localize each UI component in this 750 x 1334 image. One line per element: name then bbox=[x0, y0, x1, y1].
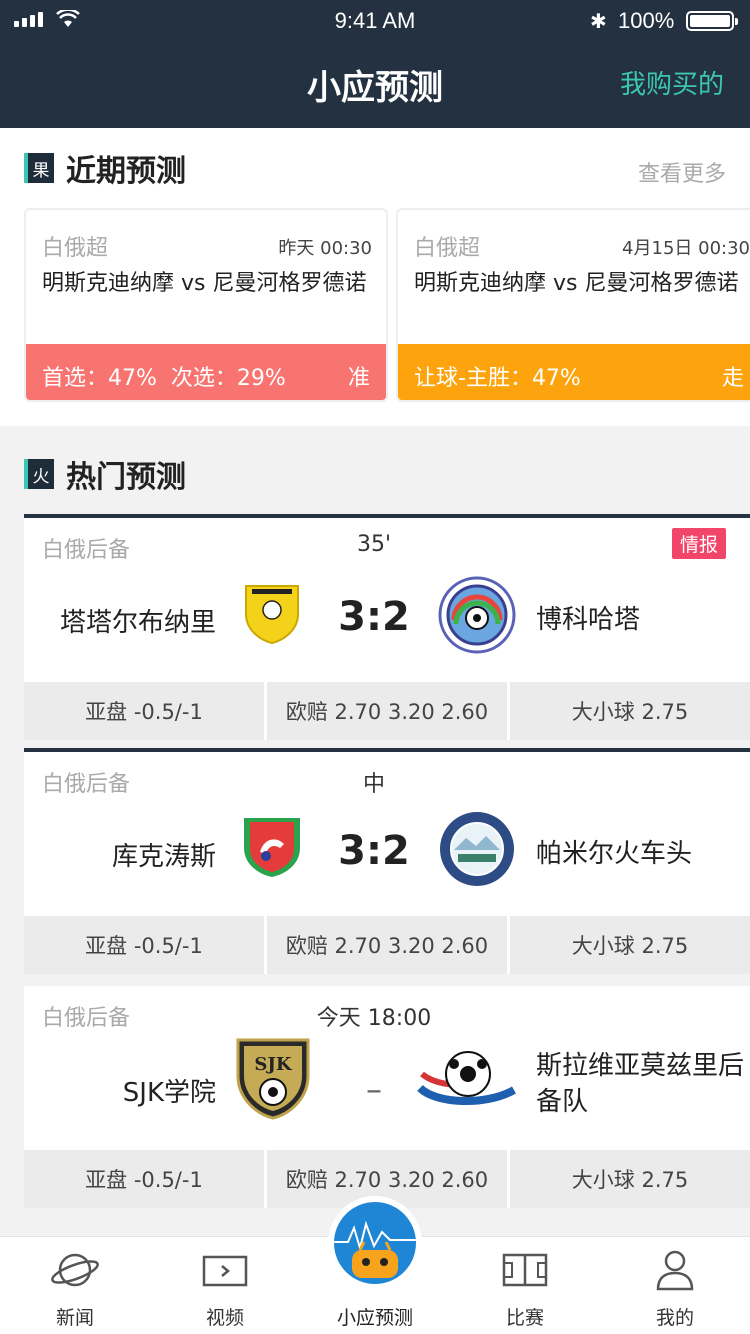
match-status: 35' bbox=[356, 532, 392, 557]
hot-title: 热门预测 bbox=[66, 460, 186, 495]
card-pick: 首选：47% 次选：29% bbox=[42, 366, 286, 391]
pitch-icon bbox=[502, 1253, 548, 1287]
european-odds[interactable]: 欧赔 2.70 3.20 2.60 bbox=[267, 682, 507, 740]
home-team-logo-icon bbox=[245, 585, 299, 644]
card-match: 明斯克迪纳摩 vs 尼曼河格罗德诺 bbox=[42, 271, 367, 296]
over-under[interactable]: 大小球 2.75 bbox=[510, 1150, 750, 1208]
away-team-logo-icon bbox=[417, 1051, 516, 1106]
away-team-logo-icon bbox=[440, 812, 514, 886]
asian-handicap[interactable]: 亚盘 -0.5/-1 bbox=[24, 916, 264, 974]
mascot-icon bbox=[334, 1202, 416, 1284]
status-bar: 9:41 AM ✱ 100% bbox=[0, 0, 750, 40]
away-team: 博科哈塔 bbox=[536, 605, 641, 635]
away-team: 斯拉维亚莫兹里后备队 bbox=[536, 1051, 745, 1117]
asian-handicap[interactable]: 亚盘 -0.5/-1 bbox=[24, 1150, 264, 1208]
home-team-logo-icon bbox=[244, 818, 300, 877]
card-time: 4月15日 00:30 bbox=[622, 238, 750, 259]
user-icon bbox=[656, 1250, 694, 1291]
intel-tag[interactable]: 情报 bbox=[671, 528, 726, 559]
tab-label: 比赛 bbox=[505, 1307, 544, 1329]
odds-row: 亚盘 -0.5/-1 欧赔 2.70 3.20 2.60 大小球 2.75 bbox=[24, 682, 750, 740]
match-card[interactable]: 白俄后备 今天 18:00 SJK学院 SJK – 斯拉维亚莫兹里后备队 亚盘 … bbox=[24, 986, 750, 1208]
card-result: 走 bbox=[721, 366, 744, 391]
purchased-link[interactable]: 我购买的 bbox=[620, 64, 724, 101]
asian-handicap[interactable]: 亚盘 -0.5/-1 bbox=[24, 682, 264, 740]
match-card[interactable]: 白俄后备 35' 情报 塔塔尔布纳里 3:2 博科哈塔 亚盘 -0.5/-1 欧… bbox=[24, 514, 750, 740]
over-under[interactable]: 大小球 2.75 bbox=[510, 682, 750, 740]
tab-video[interactable]: 视频 bbox=[150, 1237, 300, 1334]
match-status: 中 bbox=[362, 772, 385, 797]
recent-card[interactable]: 白俄超 昨天 00:30 明斯克迪纳摩 vs 尼曼河格罗德诺 首选：47% 次选… bbox=[24, 208, 388, 402]
tab-news[interactable]: 新闻 bbox=[0, 1237, 150, 1334]
tab-label: 我的 bbox=[655, 1307, 694, 1329]
video-icon bbox=[202, 1255, 248, 1287]
over-under[interactable]: 大小球 2.75 bbox=[510, 916, 750, 974]
home-team-logo-icon: SJK bbox=[236, 1038, 310, 1120]
see-more-link[interactable]: 查看更多 bbox=[638, 156, 726, 188]
card-result: 准 bbox=[347, 366, 370, 391]
home-team: 库克涛斯 bbox=[111, 842, 216, 872]
match-score: 3:2 bbox=[338, 828, 410, 874]
card-league: 白俄超 bbox=[414, 236, 481, 261]
tab-profile[interactable]: 我的 bbox=[600, 1237, 750, 1334]
match-card[interactable]: 白俄后备 中 库克涛斯 3:2 帕米尔火车头 亚盘 -0.5/-1 欧赔 2.7… bbox=[24, 748, 750, 974]
app-header: 9:41 AM ✱ 100% 小应预测 我购买的 bbox=[0, 0, 750, 128]
card-time: 昨天 00:30 bbox=[278, 238, 372, 259]
recent-header: 果 近期预测 bbox=[24, 150, 186, 189]
match-score: 3:2 bbox=[338, 594, 410, 640]
home-team: SJK学院 bbox=[122, 1078, 216, 1108]
match-status: 今天 18:00 bbox=[316, 1006, 432, 1031]
planet-icon bbox=[51, 1253, 99, 1287]
card-pick-bar: 首选：47% 次选：29% 准 bbox=[26, 344, 386, 400]
fire-badge-icon: 火 bbox=[24, 459, 54, 489]
tab-label: 小应预测 bbox=[336, 1307, 413, 1329]
card-league: 白俄超 bbox=[42, 236, 109, 261]
bluetooth-icon: ✱ bbox=[590, 9, 607, 33]
card-pick-bar: 让球-主胜：47% 走 bbox=[398, 344, 750, 400]
card-match: 明斯克迪纳摩 vs 尼曼河格罗德诺 bbox=[414, 271, 739, 296]
away-team-logo-icon bbox=[438, 576, 516, 654]
odds-row: 亚盘 -0.5/-1 欧赔 2.70 3.20 2.60 大小球 2.75 bbox=[24, 916, 750, 974]
battery-icon bbox=[686, 11, 738, 31]
result-badge-icon: 果 bbox=[24, 153, 54, 183]
predict-center-button[interactable] bbox=[328, 1196, 422, 1290]
recent-card[interactable]: 白俄超 4月15日 00:30 明斯克迪纳摩 vs 尼曼河格罗德诺 让球-主胜：… bbox=[396, 208, 750, 402]
tab-matches[interactable]: 比赛 bbox=[450, 1237, 600, 1334]
tab-label: 新闻 bbox=[55, 1307, 94, 1329]
battery-percent: 100% bbox=[618, 8, 675, 33]
recent-title: 近期预测 bbox=[66, 154, 186, 189]
away-team: 帕米尔火车头 bbox=[536, 839, 693, 869]
card-pick: 让球-主胜：47% bbox=[414, 366, 581, 391]
european-odds[interactable]: 欧赔 2.70 3.20 2.60 bbox=[267, 916, 507, 974]
hot-header: 火 热门预测 bbox=[24, 456, 186, 495]
tab-label: 视频 bbox=[205, 1307, 244, 1329]
home-team: 塔塔尔布纳里 bbox=[59, 608, 216, 638]
sjk-logo-text: SJK bbox=[254, 1054, 293, 1075]
